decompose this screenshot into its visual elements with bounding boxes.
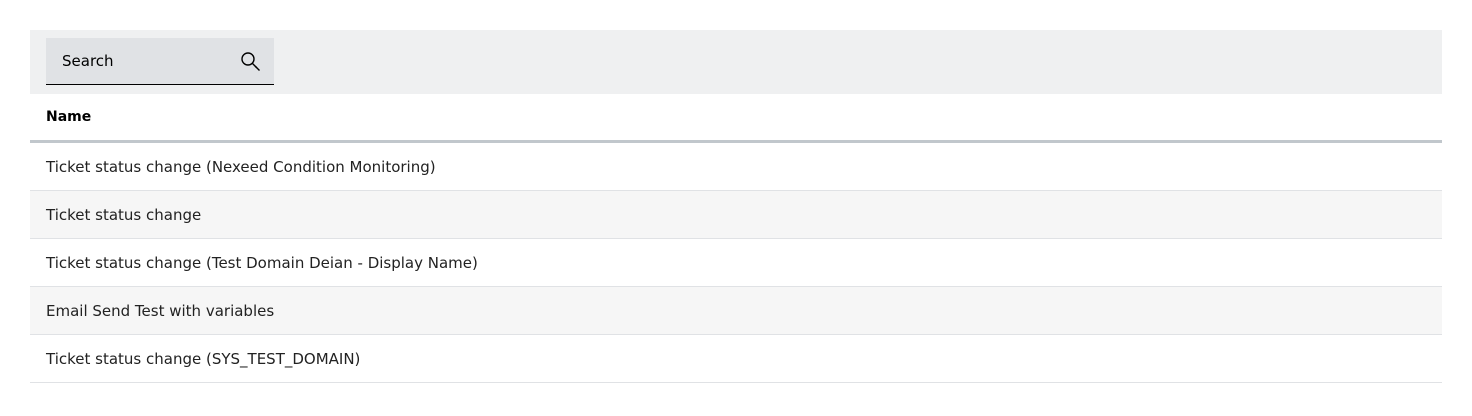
data-table: Name Ticket status change (Nexeed Condit… [30,30,1442,383]
row-name-cell: Ticket status change (Test Domain Deian … [46,253,478,272]
table-row[interactable]: Ticket status change (Nexeed Condition M… [30,143,1442,191]
search-icon[interactable] [240,51,262,73]
row-name-cell: Ticket status change (Nexeed Condition M… [46,157,436,176]
table-row[interactable]: Ticket status change (SYS_TEST_DOMAIN) [30,335,1442,383]
row-name-cell: Ticket status change [46,205,202,224]
row-name-cell: Ticket status change (SYS_TEST_DOMAIN) [46,349,361,368]
column-header-name[interactable]: Name [46,109,91,125]
table-toolbar [30,30,1442,94]
table-row[interactable]: Ticket status change (Test Domain Deian … [30,239,1442,287]
table-header: Name [30,94,1442,143]
table-row[interactable]: Email Send Test with variables [30,287,1442,335]
table-row[interactable]: Ticket status change [30,191,1442,239]
search-input[interactable] [46,38,226,84]
row-name-cell: Email Send Test with variables [46,301,275,320]
search-box[interactable] [46,38,274,85]
